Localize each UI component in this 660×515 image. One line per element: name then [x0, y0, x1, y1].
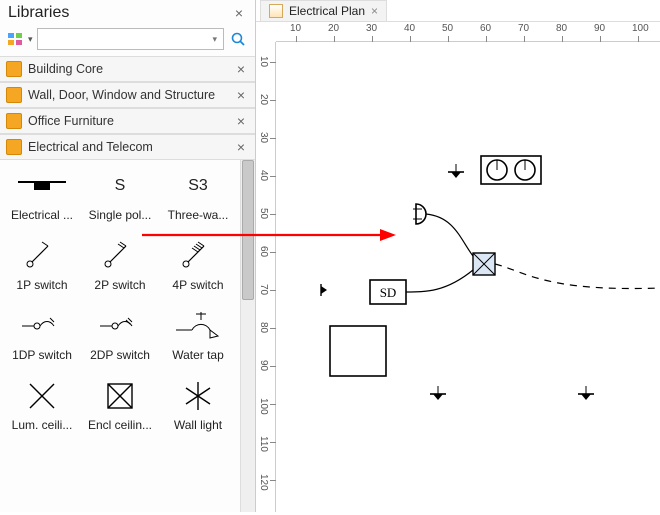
- folder-icon: [6, 113, 22, 129]
- shape-1dp-switch[interactable]: 1DP switch: [6, 310, 78, 362]
- close-icon[interactable]: ×: [233, 87, 249, 103]
- canvas-sd-box[interactable]: SD: [370, 280, 406, 304]
- shape-three-way[interactable]: S3 Three-wa...: [162, 170, 234, 222]
- folder-icon: [6, 61, 22, 77]
- canvas-outlet-double[interactable]: [481, 156, 541, 184]
- canvas-wire-dashed[interactable]: [495, 264, 660, 289]
- drawing-area: Electrical Plan × 10 20 30 40 50 60 70 8…: [256, 0, 660, 512]
- library-color-icon[interactable]: [6, 30, 24, 48]
- canvas-wall-light-4[interactable]: [578, 386, 594, 400]
- close-icon[interactable]: ×: [233, 139, 249, 155]
- ruler-vertical: 10 20 30 40 50 60 70 80 90 100 110 120: [256, 42, 276, 512]
- shapes-scrollbar[interactable]: [240, 160, 255, 512]
- shape-2dp-switch[interactable]: 2DP switch: [84, 310, 156, 362]
- shape-2p-switch[interactable]: 2P switch: [84, 240, 156, 292]
- shapes-grid: Electrical ... S Single pol... S3 Three-…: [0, 160, 240, 442]
- shape-water-tap[interactable]: Water tap: [162, 310, 234, 362]
- close-icon[interactable]: ×: [371, 4, 378, 18]
- libraries-panel: Libraries × ▾ ▾ Building Core × Wall, Do…: [0, 0, 256, 512]
- document-tab[interactable]: Electrical Plan ×: [260, 0, 387, 21]
- canvas-rectangle[interactable]: [330, 326, 386, 376]
- document-icon: [269, 4, 283, 18]
- document-tab-title: Electrical Plan: [289, 4, 365, 18]
- ruler-horizontal: 10 20 30 40 50 60 70 80 90 100: [276, 22, 660, 42]
- shape-1p-switch[interactable]: 1P switch: [6, 240, 78, 292]
- folder-icon: [6, 87, 22, 103]
- canvas-wall-light-1[interactable]: [448, 164, 464, 178]
- canvas-wall-light-2[interactable]: [321, 284, 327, 296]
- chevron-down-icon[interactable]: ▾: [28, 34, 33, 45]
- canvas-encl-light[interactable]: [473, 253, 495, 275]
- folder-icon: [6, 139, 22, 155]
- canvas-wall-light-3[interactable]: [430, 386, 446, 400]
- svg-text:SD: SD: [380, 285, 397, 300]
- canvas-wire-1[interactable]: [426, 214, 476, 260]
- close-icon[interactable]: ×: [231, 5, 247, 21]
- library-group-office-furniture[interactable]: Office Furniture ×: [0, 108, 255, 134]
- close-icon[interactable]: ×: [233, 113, 249, 129]
- shape-lum-ceiling[interactable]: Lum. ceili...: [6, 380, 78, 432]
- search-icon[interactable]: [227, 28, 249, 50]
- library-group-electrical-telecom[interactable]: Electrical and Telecom ×: [0, 134, 255, 160]
- shape-electrical[interactable]: Electrical ...: [6, 170, 78, 222]
- shape-wall-light[interactable]: Wall light: [162, 380, 234, 432]
- library-group-building-core[interactable]: Building Core ×: [0, 56, 255, 82]
- libraries-title: Libraries: [8, 4, 231, 22]
- close-icon[interactable]: ×: [233, 61, 249, 77]
- shape-encl-ceiling[interactable]: Encl ceilin...: [84, 380, 156, 432]
- search-dropdown-icon[interactable]: ▾: [212, 34, 217, 45]
- canvas-receptacle[interactable]: [413, 204, 426, 224]
- canvas[interactable]: SD: [276, 42, 660, 512]
- shape-4p-switch[interactable]: 4P switch: [162, 240, 234, 292]
- library-group-wall-door[interactable]: Wall, Door, Window and Structure ×: [0, 82, 255, 108]
- canvas-wire-2[interactable]: [406, 270, 473, 292]
- library-search-input[interactable]: [37, 28, 225, 50]
- shape-single-pole[interactable]: S Single pol...: [84, 170, 156, 222]
- document-tab-bar: Electrical Plan ×: [256, 0, 660, 22]
